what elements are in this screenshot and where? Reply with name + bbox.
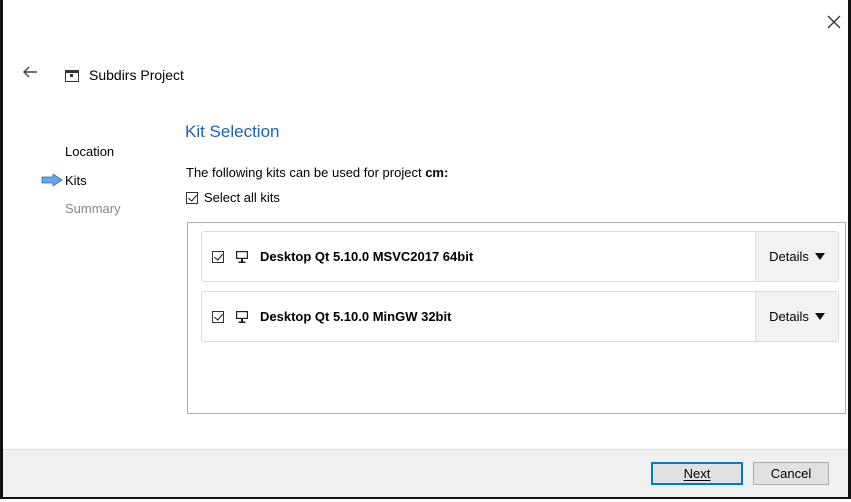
back-arrow-icon[interactable] [21,64,39,80]
select-all-label: Select all kits [204,190,280,205]
project-icon [65,70,79,82]
step-location: Location [65,144,115,159]
monitor-icon [236,251,248,263]
footer-bar: Next Cancel [3,449,848,497]
current-step-arrow-icon [41,174,63,186]
step-kits: Kits [65,173,87,188]
kit-checkbox[interactable] [212,251,224,263]
project-name: cm [425,165,444,180]
kit-checkbox[interactable] [212,311,224,323]
kit-name: Desktop Qt 5.10.0 MSVC2017 64bit [260,249,474,264]
monitor-icon [236,311,248,323]
intro-suffix: : [443,165,449,180]
intro-prefix: The following kits can be used for proje… [186,165,426,180]
select-all-kits-checkbox[interactable]: Select all kits [186,190,280,205]
dropdown-triangle-icon [814,253,825,260]
wizard-window: Subdirs Project Location Kits Summary Ki… [0,0,851,499]
close-icon[interactable] [826,14,842,30]
next-button[interactable]: Next [651,462,743,485]
intro-text: The following kits can be used for proje… [186,165,448,180]
kit-row: Desktop Qt 5.10.0 MSVC2017 64bit Details [201,231,839,282]
kits-list: Desktop Qt 5.10.0 MSVC2017 64bit Details… [187,222,846,414]
step-summary: Summary [65,201,121,216]
details-label: Details [769,249,809,264]
select-all-checkbox-box[interactable] [186,191,198,204]
cancel-button[interactable]: Cancel [753,462,829,485]
details-button[interactable]: Details [755,292,838,341]
details-label: Details [769,309,809,324]
section-title: Kit Selection [185,122,280,141]
kit-name: Desktop Qt 5.10.0 MinGW 32bit [260,309,452,324]
kit-row: Desktop Qt 5.10.0 MinGW 32bit Details [201,291,839,342]
dropdown-triangle-icon [814,313,825,320]
page-title: Subdirs Project [89,67,184,83]
details-button[interactable]: Details [755,232,838,281]
